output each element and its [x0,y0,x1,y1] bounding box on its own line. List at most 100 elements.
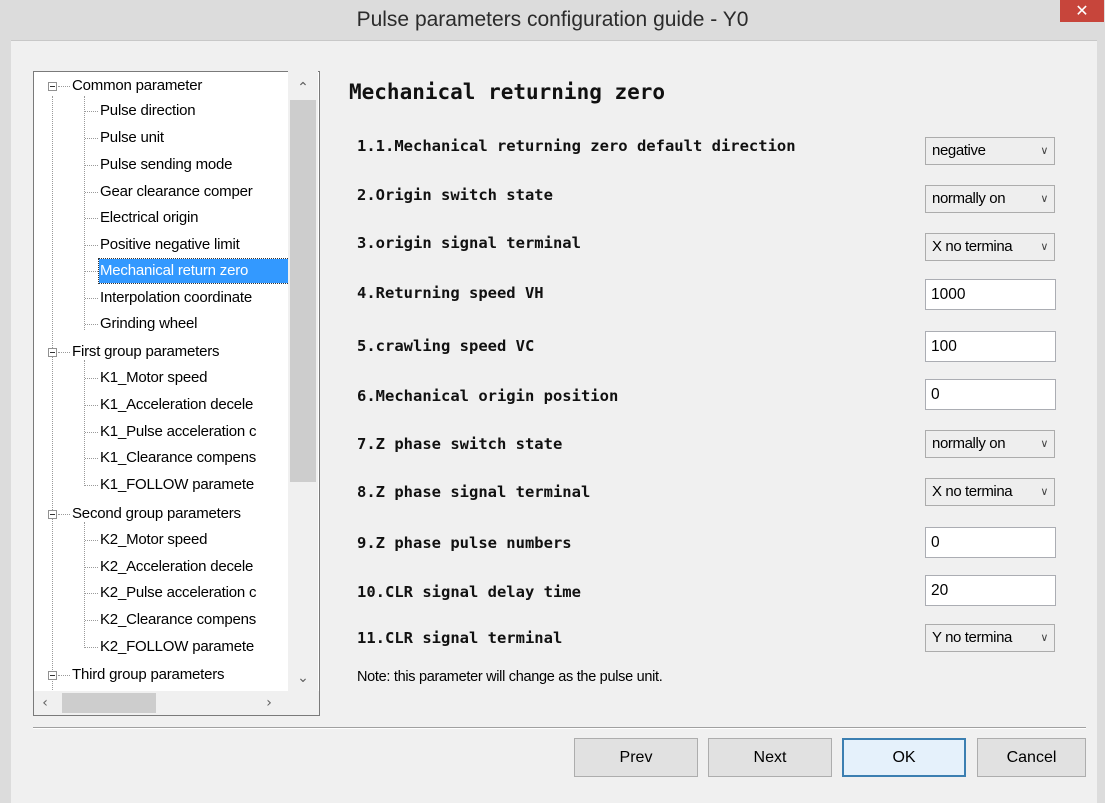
collapse-icon[interactable] [48,348,57,357]
tree-guide-line [85,647,98,648]
chevron-down-icon: ∨ [1040,437,1048,450]
ok-button[interactable]: OK [842,738,966,777]
tree-item-k1-motor-speed[interactable]: K1_Motor speed [100,366,308,390]
param-label-clr-signal-terminal: 11.CLR signal terminal [357,629,563,647]
tree-group-third[interactable]: Third group parameters [72,663,225,687]
collapse-icon[interactable] [48,510,57,519]
tree-item-pulse-unit[interactable]: Pulse unit [100,126,308,150]
select-value: Y no termina [932,629,1012,646]
tree-horizontal-scroll-thumb[interactable] [62,693,156,713]
tree-guide-line [85,620,98,621]
cancel-button[interactable]: Cancel [977,738,1086,777]
param-label-z-phase-pulse-numbers: 9.Z phase pulse numbers [357,534,572,552]
z-phase-switch-state-select[interactable]: normally on ∨ [925,430,1055,458]
tree-guide-line [58,352,70,353]
scroll-right-icon[interactable]: › [259,695,279,711]
title-bar[interactable]: Pulse parameters configuration guide - Y… [0,0,1105,41]
tree-guide-line [52,96,53,692]
tree-guide-line [84,96,85,330]
tree-guide-line [85,324,98,325]
tree-item-k2-clearance[interactable]: K2_Clearance compens [100,608,308,632]
tree-group-first[interactable]: First group parameters [72,340,220,364]
origin-switch-state-select[interactable]: normally on ∨ [925,185,1055,213]
tree-item-pulse-sending-mode[interactable]: Pulse sending mode [100,153,308,177]
tree-item-k2-pulse-acceleration[interactable]: K2_Pulse acceleration c [100,581,308,605]
tree-guide-line [58,675,70,676]
tree-item-pulse-direction[interactable]: Pulse direction [100,99,308,123]
default-direction-select[interactable]: negative ∨ [925,137,1055,165]
collapse-icon[interactable] [48,82,57,91]
tree-item-k1-follow[interactable]: K1_FOLLOW paramete [100,473,308,497]
tree-guide-line [85,405,98,406]
select-value: X no termina [932,238,1013,255]
tree-guide-line [85,218,98,219]
collapse-icon[interactable] [48,671,57,680]
tree-guide-line [85,432,98,433]
tree-item-k1-acceleration[interactable]: K1_Acceleration decele [100,393,308,417]
tree-item-k1-clearance[interactable]: K1_Clearance compens [100,446,308,470]
tree-guide-line [58,86,70,87]
tree-item-grinding-wheel[interactable]: Grinding wheel [100,312,308,336]
clr-delay-time-input[interactable]: 20 [925,575,1056,606]
close-icon: ✕ [1075,1,1089,20]
chevron-down-icon: ∨ [1040,631,1048,644]
param-label-origin-switch-state: 2.Origin switch state [357,186,553,204]
tree-guide-line [85,378,98,379]
chevron-down-icon: ∨ [1040,144,1048,157]
tree-guide-line [85,111,98,112]
tree-item-mechanical-return-zero[interactable]: Mechanical return zero [98,258,292,284]
param-label-z-phase-signal-terminal: 8.Z phase signal terminal [357,483,591,501]
clr-signal-terminal-select[interactable]: Y no termina ∨ [925,624,1055,652]
param-label-mechanical-origin-position: 6.Mechanical origin position [357,387,619,405]
param-label-clr-delay-time: 10.CLR signal delay time [357,583,581,601]
tree-item-positive-negative-limit[interactable]: Positive negative limit [100,233,308,257]
next-button[interactable]: Next [708,738,832,777]
tree-guide-line [85,540,98,541]
parameter-tree[interactable]: Common parameter Pulse direction Pulse u… [33,71,320,716]
tree-item-k2-follow[interactable]: K2_FOLLOW paramete [100,635,308,659]
tree-guide-line [85,165,98,166]
tree-guide-line [85,271,98,272]
z-phase-pulse-numbers-input[interactable]: 0 [925,527,1056,558]
tree-guide-line [85,485,98,486]
tree-item-k1-pulse-acceleration[interactable]: K1_Pulse acceleration c [100,420,308,444]
tree-group-common[interactable]: Common parameter [72,74,202,98]
note-text: Note: this parameter will change as the … [357,669,663,685]
z-phase-signal-terminal-select[interactable]: X no termina ∨ [925,478,1055,506]
tree-group-second[interactable]: Second group parameters [72,502,241,526]
param-label-z-phase-switch-state: 7.Z phase switch state [357,435,563,453]
mechanical-origin-position-input[interactable]: 0 [925,379,1056,410]
tree-guide-line [85,567,98,568]
tree-guide-line [85,245,98,246]
close-button[interactable]: ✕ [1060,0,1104,22]
prev-button[interactable]: Prev [574,738,698,777]
tree-guide-line [85,138,98,139]
tree-guide-line [58,514,70,515]
param-label-origin-signal-terminal: 3.origin signal terminal [357,234,581,252]
scroll-up-icon[interactable]: ⌃ [293,80,313,96]
tree-guide-line [85,298,98,299]
tree-item-k2-motor-speed[interactable]: K2_Motor speed [100,528,308,552]
tree-item-k2-acceleration[interactable]: K2_Acceleration decele [100,555,308,579]
window-frame-left [0,40,11,803]
chevron-down-icon: ∨ [1040,192,1048,205]
tree-item-gear-clearance[interactable]: Gear clearance comper [100,180,308,204]
window-title: Pulse parameters configuration guide - Y… [356,8,749,31]
scroll-left-icon[interactable]: ‹ [35,695,55,711]
returning-speed-input[interactable]: 1000 [925,279,1056,310]
chevron-down-icon: ∨ [1040,485,1048,498]
param-label-returning-speed: 4.Returning speed VH [357,284,544,302]
origin-signal-terminal-select[interactable]: X no termina ∨ [925,233,1055,261]
tree-item-electrical-origin[interactable]: Electrical origin [100,206,308,230]
select-value: normally on [932,190,1006,207]
crawling-speed-input[interactable]: 100 [925,331,1056,362]
tree-item-interpolation-coordinate[interactable]: Interpolation coordinate [100,286,308,310]
tree-guide-line [85,593,98,594]
tree-guide-line [85,192,98,193]
param-label-crawling-speed: 5.crawling speed VC [357,337,535,355]
tree-vertical-scroll-thumb[interactable] [290,100,316,482]
window-frame-right [1097,40,1105,803]
footer-separator [33,727,1086,729]
scroll-down-icon[interactable]: ⌄ [293,670,313,686]
section-title: Mechanical returning zero [349,80,666,104]
